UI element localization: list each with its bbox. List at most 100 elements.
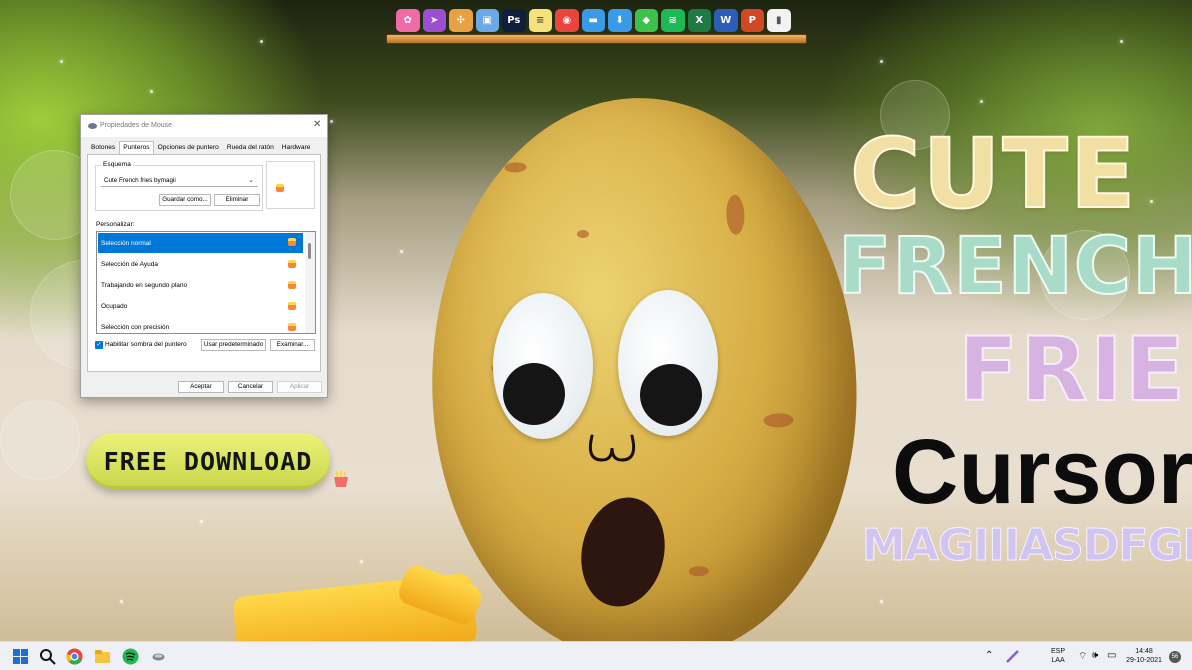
notification-badge[interactable]: 56	[1169, 651, 1181, 663]
folder-icon[interactable]: ▬	[581, 9, 605, 32]
pointer-list: Selección normal Selección de Ayuda Trab…	[96, 231, 316, 334]
cancel-button[interactable]: Cancelar	[228, 381, 273, 393]
notes-icon[interactable]: ≡	[528, 9, 552, 32]
show-hidden-icons-chevron[interactable]: ⌃	[985, 650, 993, 670]
scrollbar-thumb[interactable]	[308, 243, 311, 259]
mouse-properties-dialog: Propiedades de Mouse ✕ Botones Punteros …	[80, 114, 328, 398]
trash-icon[interactable]: ▮	[767, 9, 791, 32]
dialog-titlebar[interactable]: Propiedades de Mouse ✕	[81, 115, 327, 137]
sparkle	[400, 250, 403, 253]
photos-app-icon[interactable]: ▣	[475, 9, 499, 32]
delete-button[interactable]: Eliminar	[214, 194, 260, 206]
file-explorer-icon[interactable]	[94, 648, 111, 665]
wifi-icon[interactable]: ⌔	[1078, 650, 1087, 670]
dialog-tabs: Botones Punteros Opciones de puntero Rue…	[87, 141, 315, 155]
pen-icon[interactable]	[1004, 648, 1021, 665]
fries-icon	[334, 470, 348, 487]
pointer-name: Ocupado	[101, 303, 128, 310]
fries-cursor-icon	[288, 238, 296, 246]
promo-line-cursor: Cursor	[892, 421, 1192, 523]
pinwheel-app-icon[interactable]: ✣	[449, 9, 473, 32]
downloads-icon[interactable]: ⬇	[608, 9, 632, 32]
word-icon[interactable]: W	[714, 9, 738, 32]
use-default-button[interactable]: Usar predeterminado	[201, 339, 266, 351]
spotify-icon[interactable]: ≋	[661, 9, 685, 32]
shadow-checkbox[interactable]: ✓	[95, 341, 103, 349]
fries-cursor-icon	[288, 260, 296, 268]
scheme-value: Cute French fries bymagii	[104, 177, 176, 184]
fries-cursor-icon	[288, 323, 296, 331]
customize-label: Personalizar:	[96, 221, 135, 228]
pointer-name: Selección de Ayuda	[101, 261, 158, 268]
nose-drawing	[588, 434, 636, 462]
mouse-icon	[88, 123, 97, 129]
mouse-settings-icon[interactable]	[150, 648, 167, 665]
tab-rueda-del-raton[interactable]: Rueda del ratón	[223, 141, 278, 154]
free-download-button[interactable]: FREE DOWNLOAD	[86, 433, 330, 489]
language-code: ESP	[1051, 648, 1066, 655]
sims-icon[interactable]: ◆	[634, 9, 658, 32]
flower-app-icon[interactable]: ✿	[396, 9, 420, 32]
dialog-title: Propiedades de Mouse	[100, 122, 172, 129]
list-item[interactable]: Trabajando en segundo plano	[98, 275, 303, 295]
potato-spot	[725, 194, 746, 236]
bokeh-circle	[0, 400, 80, 480]
language-indicator[interactable]: ESP LAA	[1051, 647, 1065, 670]
spotify-icon[interactable]	[122, 648, 139, 665]
list-item[interactable]: Ocupado	[98, 296, 303, 316]
pointer-name: Trabajando en segundo plano	[101, 282, 188, 289]
save-as-button[interactable]: Guardar como...	[159, 194, 211, 206]
dock-icons: ✿ ➤ ✣ ▣ Ps ≡ ◉ ▬ ⬇ ◆ ≋ X W P ▮	[396, 9, 791, 32]
chrome-icon[interactable]: ◉	[555, 9, 579, 32]
promo-line-fries: FRIES	[957, 317, 1192, 422]
fries-cursor-icon	[288, 302, 296, 310]
fries-cursor-icon	[276, 184, 284, 192]
scheme-dropdown[interactable]: Cute French fries bymagii ⌄	[101, 175, 258, 187]
tab-botones[interactable]: Botones	[87, 141, 119, 154]
excel-icon[interactable]: X	[687, 9, 711, 32]
chrome-icon[interactable]	[66, 648, 83, 665]
ok-button[interactable]: Aceptar	[178, 381, 224, 393]
sparkle	[200, 520, 203, 523]
pointer-name: Selección normal	[101, 240, 151, 247]
promo-line-author: MAGIIIASDFGHJKL	[862, 520, 1192, 572]
chevron-down-icon: ⌄	[248, 177, 254, 184]
shadow-label: Habilitar sombra del puntero	[105, 341, 187, 348]
pointers-panel: Esquema Cute French fries bymagii ⌄ Guar…	[87, 154, 321, 372]
right-googly-eye	[618, 290, 718, 436]
browse-button[interactable]: Examinar...	[270, 339, 315, 351]
sparkle	[330, 120, 333, 123]
close-icon[interactable]: ✕	[313, 119, 321, 130]
windows-start-icon[interactable]	[12, 648, 29, 665]
clock[interactable]: 14:48 29-10-2021	[1126, 647, 1162, 670]
battery-icon[interactable]: ▭	[1107, 650, 1116, 670]
right-pupil	[640, 364, 702, 426]
powerpoint-icon[interactable]: P	[740, 9, 764, 32]
potato-spot	[688, 565, 709, 577]
clock-date: 29-10-2021	[1126, 657, 1162, 664]
photoshop-icon[interactable]: Ps	[502, 9, 526, 32]
fries-cursor-icon	[288, 281, 296, 289]
list-item[interactable]: Selección con precisión	[98, 317, 303, 333]
volume-icon[interactable]: 🕪	[1092, 650, 1098, 670]
sparkle	[360, 560, 363, 563]
sparkle	[1120, 40, 1123, 43]
cursor-preview	[266, 161, 315, 209]
potato-spot	[763, 412, 794, 428]
promo-line-cute: CUTE	[849, 117, 1138, 231]
cursor-app-icon[interactable]: ➤	[422, 9, 446, 32]
scheme-group: Esquema Cute French fries bymagii ⌄ Guar…	[95, 161, 263, 211]
tab-punteros[interactable]: Punteros	[119, 141, 154, 155]
search-icon[interactable]	[39, 648, 56, 665]
list-scrollbar[interactable]	[305, 232, 315, 333]
tab-hardware[interactable]: Hardware	[278, 141, 315, 154]
potato-spot	[576, 229, 590, 239]
tab-opciones-de-puntero[interactable]: Opciones de puntero	[154, 141, 223, 154]
scheme-label: Esquema	[101, 161, 133, 168]
list-item[interactable]: Selección de Ayuda	[98, 254, 303, 274]
list-item[interactable]: Selección normal	[98, 233, 303, 253]
clock-time: 14:48	[1135, 648, 1153, 655]
dock-shelf	[386, 34, 807, 44]
apply-button[interactable]: Aplicar	[277, 381, 322, 393]
sparkle	[120, 600, 123, 603]
